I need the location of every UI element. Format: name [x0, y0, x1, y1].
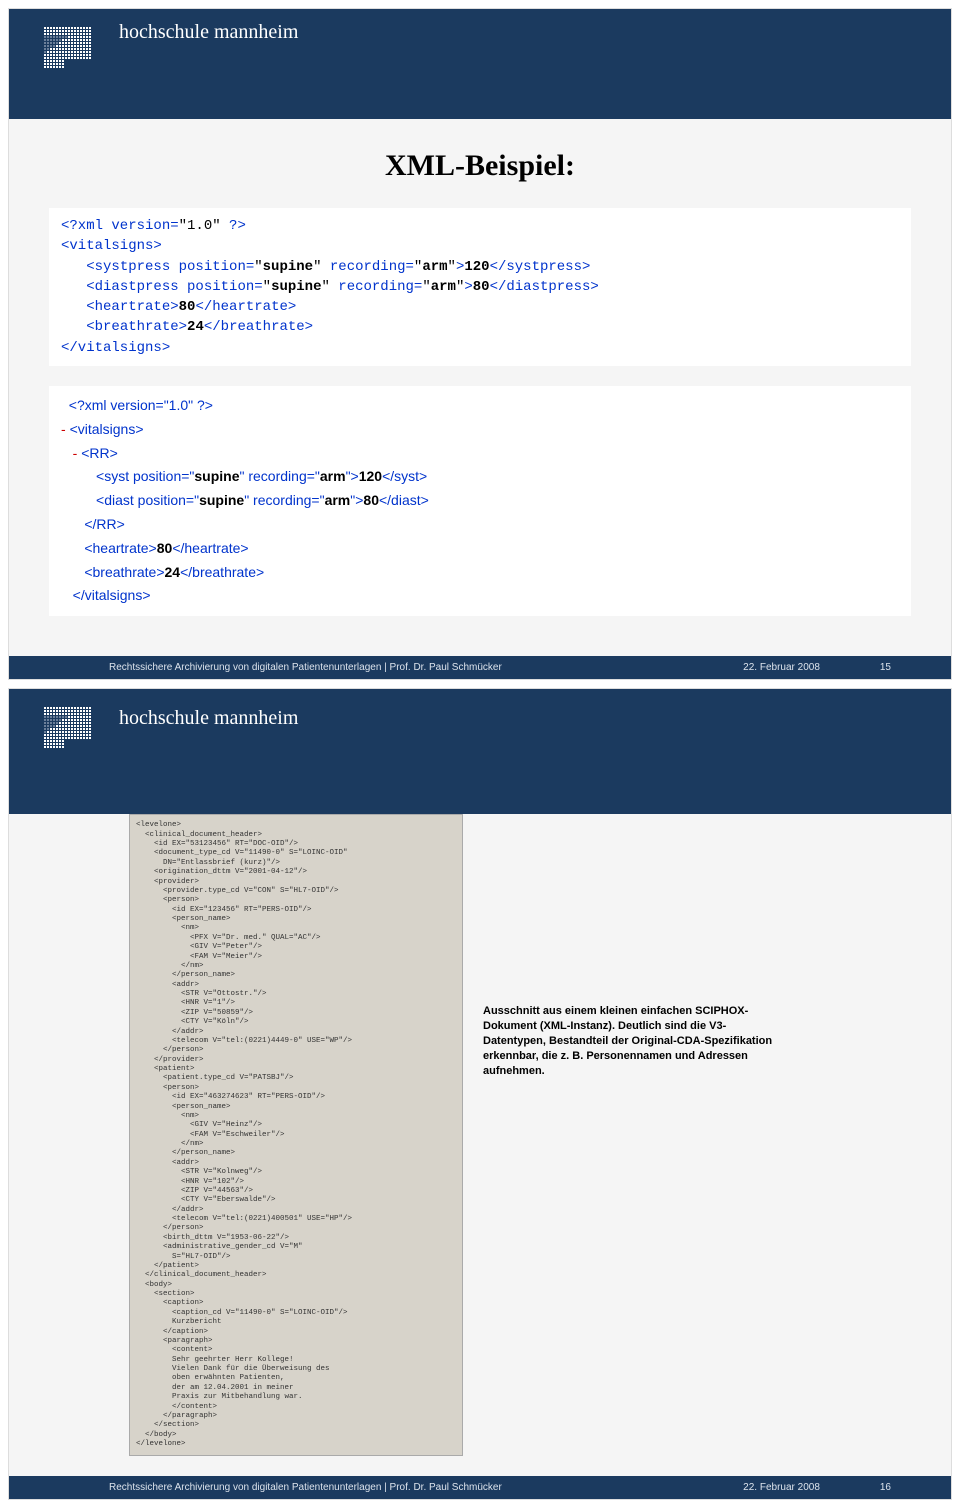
slide-16: hochschule mannheim <levelone> <clinical… — [8, 688, 952, 1500]
footer-page: 16 — [880, 1482, 891, 1493]
slide-header: hochschule mannheim — [9, 689, 951, 814]
slide-15: hochschule mannheim XML-Beispiel: <?xml … — [8, 8, 952, 680]
footer-page: 15 — [880, 662, 891, 673]
slide-title: XML-Beispiel: — [49, 149, 911, 183]
footer-date: 22. Februar 2008 — [743, 1482, 820, 1493]
institution-name: hochschule mannheim — [119, 699, 951, 730]
xml-clipping-image: <levelone> <clinical_document_header> <i… — [129, 814, 463, 1456]
footer-text: Rechtssichere Archivierung von digitalen… — [109, 662, 743, 673]
xml-example-2: <?xml version="1.0" ?> - <vitalsigns> - … — [49, 386, 911, 616]
slide-footer: Rechtssichere Archivierung von digitalen… — [9, 1476, 951, 1499]
logo-icon — [44, 27, 91, 68]
institution-name: hochschule mannheim — [119, 19, 951, 44]
xml-example-1: <?xml version="1.0" ?> <vitalsigns> <sys… — [49, 208, 911, 366]
logo-icon — [44, 707, 91, 748]
slide-footer: Rechtssichere Archivierung von digitalen… — [9, 656, 951, 679]
footer-text: Rechtssichere Archivierung von digitalen… — [109, 1482, 743, 1493]
slide-body: XML-Beispiel: <?xml version="1.0" ?> <vi… — [9, 119, 951, 656]
figure-caption: Ausschnitt aus einem kleinen einfachen S… — [483, 1004, 783, 1078]
slide-body: <levelone> <clinical_document_header> <i… — [9, 814, 951, 1476]
footer-date: 22. Februar 2008 — [743, 662, 820, 673]
slide-header: hochschule mannheim — [9, 9, 951, 119]
